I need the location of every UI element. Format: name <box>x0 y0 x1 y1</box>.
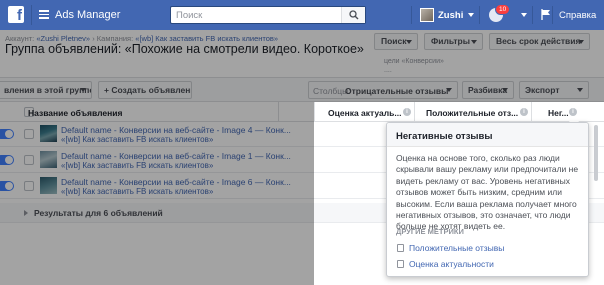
other-metrics-label: ДРУГИЕ МЕТРИКИ <box>396 227 464 236</box>
info-icon[interactable]: i <box>403 108 411 116</box>
help-link[interactable]: Справка <box>559 10 596 21</box>
tooltip-description: Оценка на основе того, сколько раз люди … <box>396 153 579 232</box>
chevron-down-icon[interactable] <box>468 13 474 17</box>
info-icon[interactable]: i <box>520 108 528 116</box>
top-navigation-bar: f Ads Manager Поиск Zushi 10 Справка <box>0 0 604 30</box>
tooltip-title: Негативные отзывы <box>396 131 493 142</box>
search-button[interactable] <box>341 7 365 23</box>
column-header-positive-feedback[interactable]: Положительные отз... <box>426 108 518 118</box>
divider <box>31 5 32 25</box>
divider <box>479 6 480 24</box>
notification-badge: 10 <box>495 4 511 15</box>
column-divider <box>414 102 415 122</box>
app-title[interactable]: Ads Manager <box>55 9 120 21</box>
metric-icon <box>397 260 404 268</box>
column-divider <box>314 102 315 122</box>
positive-feedback-link[interactable]: Положительные отзывы <box>409 243 504 253</box>
scrollbar[interactable] <box>594 125 598 181</box>
column-header-negative-feedback[interactable]: Нег... <box>548 108 569 118</box>
flag-icon[interactable] <box>541 9 551 20</box>
facebook-logo-icon[interactable]: f <box>8 6 24 24</box>
metric-icon <box>397 244 404 252</box>
relevance-score-link[interactable]: Оценка актуальности <box>409 259 494 269</box>
tooltip-header: Негативные отзывы <box>387 123 588 147</box>
search-input[interactable]: Поиск <box>170 6 366 24</box>
column-header-relevance[interactable]: Оценка актуаль... <box>328 108 401 118</box>
divider <box>552 6 553 24</box>
dim-overlay <box>0 30 314 285</box>
column-divider <box>531 102 532 122</box>
avatar[interactable] <box>420 8 434 22</box>
menu-icon[interactable] <box>39 10 49 19</box>
user-name[interactable]: Zushi <box>438 10 463 21</box>
chevron-down-icon[interactable] <box>521 13 527 17</box>
search-icon <box>349 10 359 20</box>
negative-feedback-tooltip: Негативные отзывы Оценка на основе того,… <box>386 122 589 277</box>
divider <box>411 6 412 24</box>
divider <box>532 6 533 24</box>
info-icon[interactable]: i <box>569 108 577 116</box>
dim-overlay <box>314 30 604 102</box>
search-placeholder: Поиск <box>176 10 203 21</box>
